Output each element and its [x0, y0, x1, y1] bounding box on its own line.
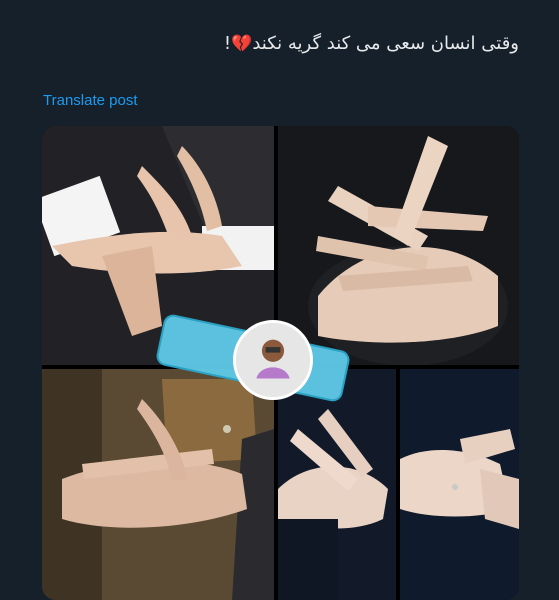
broken-heart-emoji: 💔 — [231, 34, 253, 54]
photo-tile-5[interactable] — [400, 369, 519, 600]
post-body: وقتی انسان سعی می کند گریه نکند — [252, 33, 519, 54]
photo-tile-3[interactable] — [42, 369, 274, 600]
photo-tile-4[interactable] — [278, 369, 396, 600]
avatar[interactable] — [233, 320, 313, 400]
post-text: وقتی انسان سعی می کند گریه نکند💔! — [224, 30, 519, 58]
translate-post-link[interactable]: Translate post — [43, 92, 138, 109]
photo-tile-2[interactable] — [278, 126, 519, 365]
